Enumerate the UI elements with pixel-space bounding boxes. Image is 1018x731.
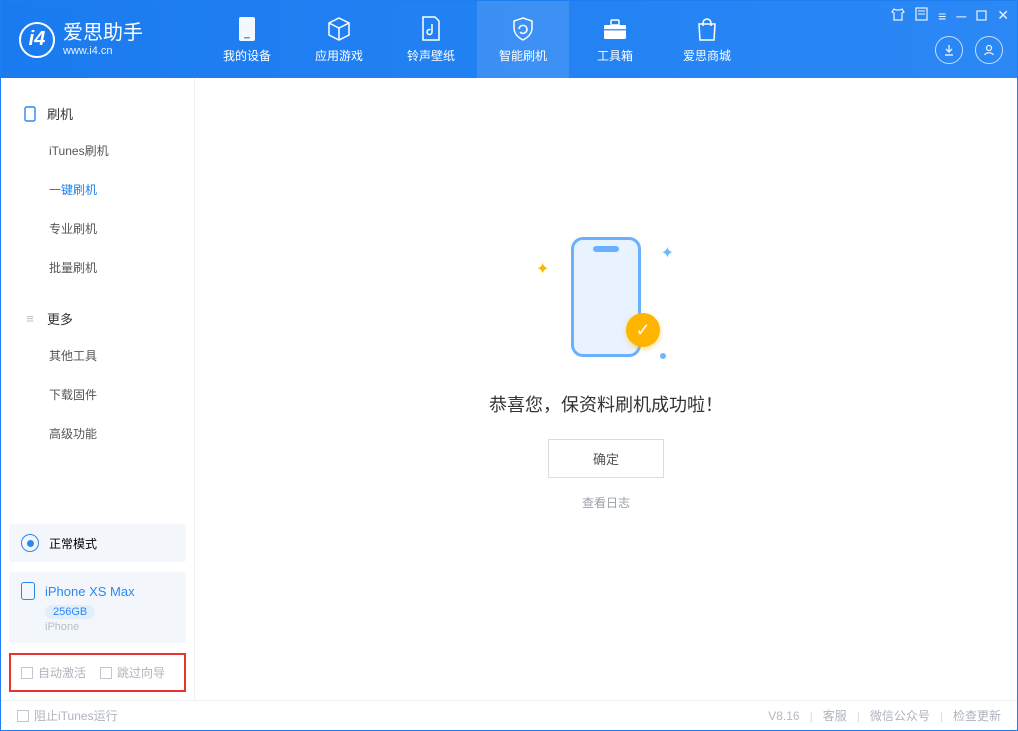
mode-label: 正常模式 [49, 535, 97, 552]
sidebar-item-batch-flash[interactable]: 批量刷机 [1, 248, 194, 287]
version-label: V8.16 [768, 709, 799, 723]
mode-icon [21, 534, 39, 552]
device-phone-icon [21, 582, 35, 600]
close-button[interactable]: ✕ [997, 7, 1009, 24]
sparkle-icon: ✦ [536, 259, 549, 279]
ok-button[interactable]: 确定 [548, 439, 664, 478]
maximize-button[interactable] [976, 8, 987, 24]
main-content: ✦ ✦ ✓ 恭喜您，保资料刷机成功啦！ 确定 查看日志 [195, 78, 1017, 700]
account-button[interactable] [975, 36, 1003, 64]
app-window: i4 爱思助手 www.i4.cn 我的设备 应用游戏 铃声壁纸 智能刷机 [0, 0, 1018, 731]
checkbox-auto-activate[interactable]: 自动激活 [21, 664, 86, 681]
sidebar-item-other-tools[interactable]: 其他工具 [1, 336, 194, 375]
footer-right: V8.16 | 客服 | 微信公众号 | 检查更新 [768, 707, 1001, 724]
app-name: 爱思助手 [63, 22, 143, 45]
header-right-actions [935, 36, 1003, 64]
list-icon: ≡ [23, 312, 37, 326]
sidebar: 刷机 iTunes刷机 一键刷机 专业刷机 批量刷机 ≡ 更多 其他工具 下载固… [1, 78, 195, 700]
phone-icon [23, 107, 37, 121]
app-site: www.i4.cn [63, 45, 143, 58]
dot-icon [660, 353, 666, 359]
flash-options-highlight: 自动激活 跳过向导 [9, 653, 186, 692]
device-storage-badge: 256GB [45, 605, 95, 619]
header: i4 爱思助手 www.i4.cn 我的设备 应用游戏 铃声壁纸 智能刷机 [1, 1, 1017, 78]
nav-toolbox[interactable]: 工具箱 [569, 1, 661, 78]
bag-icon [693, 15, 721, 43]
device-icon [233, 15, 261, 43]
footer-check-update-link[interactable]: 检查更新 [953, 707, 1001, 724]
device-type: iPhone [45, 621, 174, 633]
sidebar-bottom: 正常模式 iPhone XS Max 256GB iPhone 自动激活 跳过向… [1, 524, 194, 700]
sidebar-item-oneclick-flash[interactable]: 一键刷机 [1, 170, 194, 209]
download-button[interactable] [935, 36, 963, 64]
checkbox-skip-guide[interactable]: 跳过向导 [100, 664, 165, 681]
body: 刷机 iTunes刷机 一键刷机 专业刷机 批量刷机 ≡ 更多 其他工具 下载固… [1, 78, 1017, 700]
footer-wechat-link[interactable]: 微信公众号 [870, 707, 930, 724]
sidebar-item-advanced[interactable]: 高级功能 [1, 414, 194, 453]
device-name: iPhone XS Max [45, 584, 135, 599]
checkmark-badge-icon: ✓ [626, 313, 660, 347]
note-icon[interactable] [915, 7, 928, 24]
shield-refresh-icon [509, 15, 537, 43]
top-nav: 我的设备 应用游戏 铃声壁纸 智能刷机 工具箱 爱思商城 [201, 1, 753, 78]
music-file-icon [417, 15, 445, 43]
nav-store[interactable]: 爱思商城 [661, 1, 753, 78]
toolbox-icon [601, 15, 629, 43]
shirt-icon[interactable] [891, 7, 905, 24]
success-message: 恭喜您，保资料刷机成功啦！ [489, 391, 723, 417]
window-controls: ≡ ─ ✕ [891, 7, 1009, 24]
logo-icon: i4 [19, 22, 55, 58]
menu-icon[interactable]: ≡ [938, 8, 946, 24]
sidebar-item-itunes-flash[interactable]: iTunes刷机 [1, 131, 194, 170]
checkbox-block-itunes[interactable]: 阻止iTunes运行 [17, 707, 118, 724]
logo: i4 爱思助手 www.i4.cn [1, 22, 201, 58]
device-card[interactable]: iPhone XS Max 256GB iPhone [9, 572, 186, 643]
footer: 阻止iTunes运行 V8.16 | 客服 | 微信公众号 | 检查更新 [1, 700, 1017, 730]
sparkle-icon: ✦ [661, 243, 674, 263]
sidebar-section-more: ≡ 更多 [1, 301, 194, 336]
sidebar-item-download-firmware[interactable]: 下载固件 [1, 375, 194, 414]
view-log-link[interactable]: 查看日志 [582, 494, 630, 511]
footer-support-link[interactable]: 客服 [823, 707, 847, 724]
success-illustration: ✦ ✦ ✓ [526, 227, 686, 367]
nav-apps-games[interactable]: 应用游戏 [293, 1, 385, 78]
sidebar-item-pro-flash[interactable]: 专业刷机 [1, 209, 194, 248]
mode-card[interactable]: 正常模式 [9, 524, 186, 562]
nav-ringtones-wallpapers[interactable]: 铃声壁纸 [385, 1, 477, 78]
nav-my-device[interactable]: 我的设备 [201, 1, 293, 78]
cube-icon [325, 15, 353, 43]
minimize-button[interactable]: ─ [956, 8, 966, 24]
sidebar-section-flash: 刷机 [1, 96, 194, 131]
nav-smart-flash[interactable]: 智能刷机 [477, 1, 569, 78]
